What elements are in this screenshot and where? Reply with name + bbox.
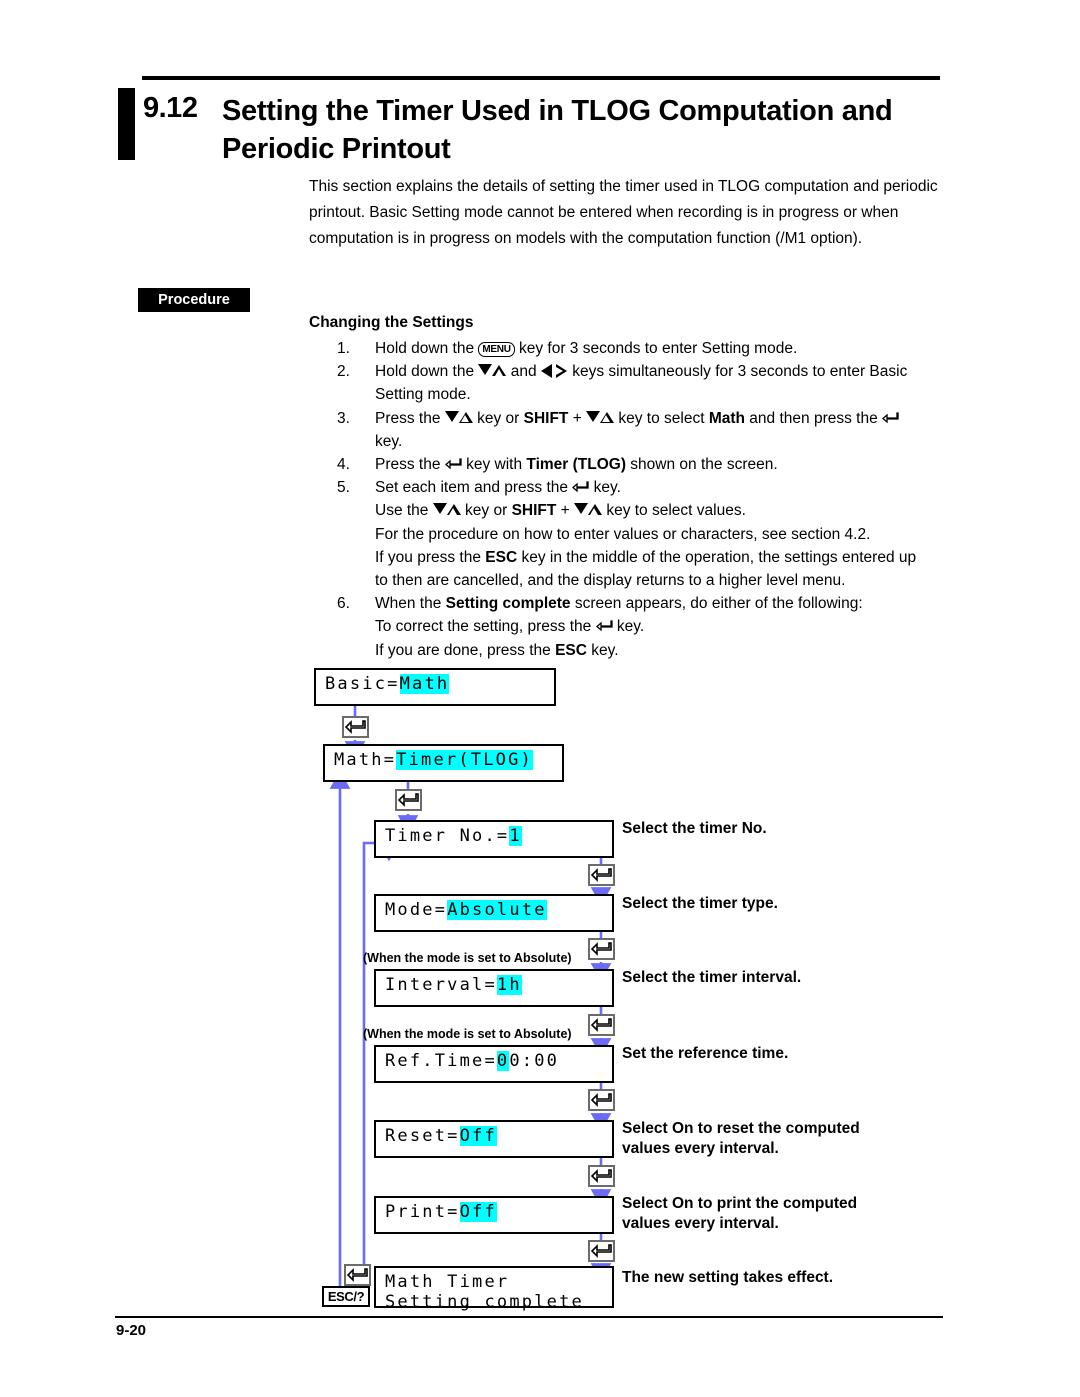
- settings-flowchart: Basic=Math Math=Timer(TLOG) Timer No.=1 …: [0, 0, 1080, 1397]
- screen-timer-no-text: Timer No.=1: [385, 826, 522, 846]
- note-mode-absolute-interval: (When the mode is set to Absolute): [363, 951, 572, 965]
- screen-print-text: Print=Off: [385, 1202, 497, 1222]
- enter-key-icon: [588, 1089, 615, 1111]
- screen-reset-text: Reset=Off: [385, 1126, 497, 1146]
- screen-basic-text: Basic=Math: [325, 674, 450, 694]
- esc-key-icon: ESC/?: [322, 1286, 370, 1307]
- screen-math-text: Math=Timer(TLOG): [334, 750, 533, 770]
- screen-reset: Reset=Off: [374, 1120, 614, 1158]
- screen-math: Math=Timer(TLOG): [323, 744, 564, 782]
- enter-key-icon: [588, 864, 615, 886]
- page-number: 9-20: [116, 1322, 147, 1339]
- callout-reset: Select On to reset the computed values e…: [622, 1120, 860, 1157]
- screen-ref-time: Ref.Time=00:00: [374, 1045, 614, 1083]
- screen-basic: Basic=Math: [314, 668, 556, 706]
- screen-interval: Interval=1h: [374, 969, 614, 1007]
- note-mode-absolute-reftime: (When the mode is set to Absolute): [363, 1027, 572, 1041]
- enter-key-icon: [344, 1264, 371, 1286]
- callout-interval: Select the timer interval.: [622, 969, 802, 986]
- enter-key-icon: [588, 1240, 615, 1262]
- footer-rule: [115, 1316, 943, 1319]
- enter-key-icon: [395, 789, 422, 811]
- callout-ref-time: Set the reference time.: [622, 1045, 789, 1062]
- screen-setting-complete-line1: Math Timer: [385, 1272, 510, 1292]
- screen-setting-complete: Math Timer Setting complete: [374, 1266, 614, 1312]
- screen-mode: Mode=Absolute: [374, 894, 614, 932]
- enter-key-icon: [342, 716, 369, 738]
- callout-print: Select On to print the computed values e…: [622, 1195, 858, 1232]
- enter-key-icon: [588, 938, 615, 960]
- callout-mode: Select the timer type.: [622, 895, 778, 912]
- screen-interval-text: Interval=1h: [385, 975, 522, 995]
- screen-setting-complete-line2: Setting complete: [385, 1292, 584, 1312]
- enter-key-icon: [588, 1165, 615, 1187]
- screen-timer-no: Timer No.=1: [374, 820, 614, 858]
- callout-setting-complete: The new setting takes effect.: [622, 1269, 834, 1286]
- screen-ref-time-text: Ref.Time=00:00: [385, 1051, 560, 1071]
- screen-print: Print=Off: [374, 1196, 614, 1234]
- enter-key-icon: [588, 1014, 615, 1036]
- callout-timer-no: Select the timer No.: [622, 820, 767, 837]
- screen-mode-text: Mode=Absolute: [385, 900, 547, 920]
